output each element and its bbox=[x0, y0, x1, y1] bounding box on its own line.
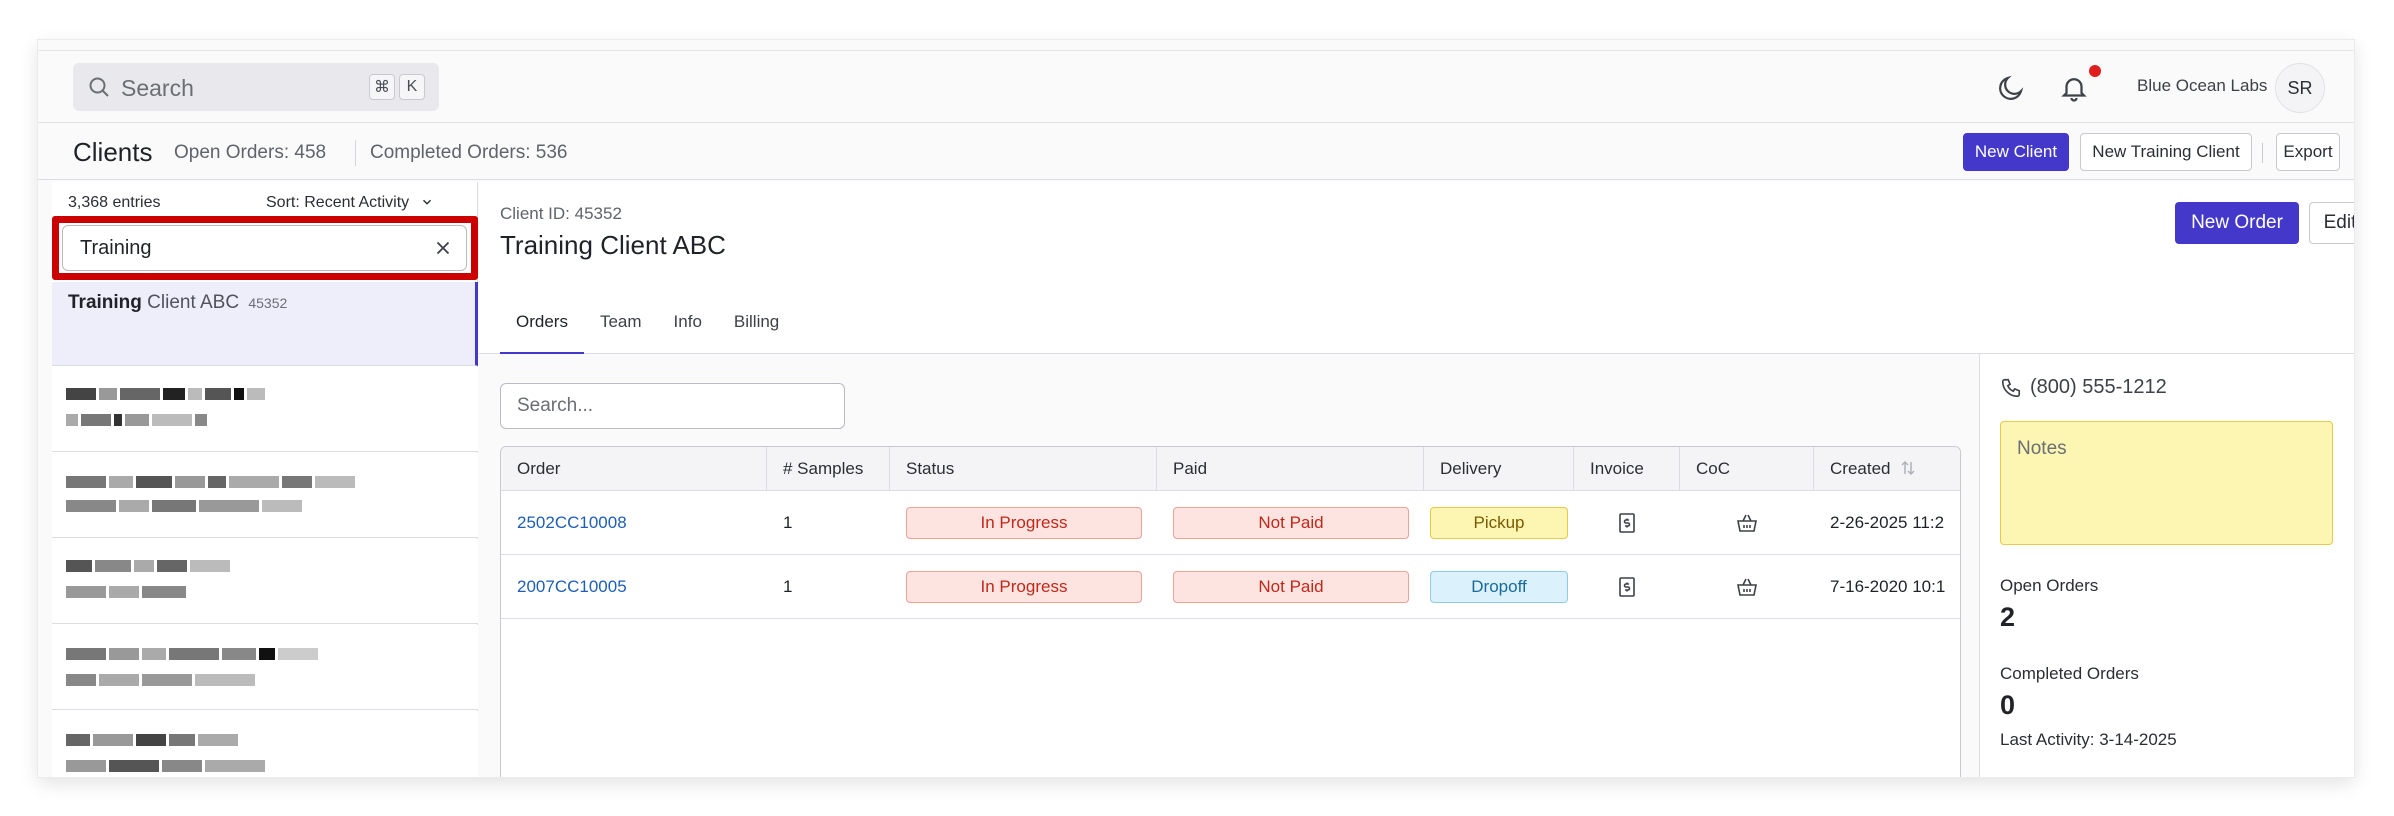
column-header[interactable]: # Samples bbox=[767, 447, 890, 491]
paid-badge: Not Paid bbox=[1173, 571, 1409, 603]
client-detail: Client ID: 45352 Training Client ABC New… bbox=[479, 182, 2354, 777]
sort-icon[interactable] bbox=[1899, 459, 1917, 477]
list-item[interactable] bbox=[52, 539, 478, 624]
list-item[interactable] bbox=[52, 625, 478, 710]
kbd-cmd: ⌘ bbox=[369, 74, 395, 100]
open-orders-count: Open Orders: 458 bbox=[174, 142, 327, 163]
coc-icon[interactable] bbox=[1735, 511, 1759, 535]
created-label: Created bbox=[1830, 459, 1891, 478]
tab-team[interactable]: Team bbox=[584, 310, 658, 354]
page-header: Clients Open Orders: 458 Completed Order… bbox=[38, 122, 2354, 180]
table-header: Order # Samples Status Paid Delivery Inv… bbox=[501, 447, 1960, 491]
search-icon bbox=[89, 77, 109, 97]
avatar[interactable]: SR bbox=[2275, 63, 2325, 113]
phone-number[interactable]: (800) 555-1212 bbox=[2000, 376, 2167, 399]
phone-icon bbox=[2001, 378, 2021, 397]
list-item[interactable] bbox=[52, 367, 478, 452]
order-link[interactable]: 2007CC10005 bbox=[517, 555, 627, 619]
divider bbox=[2262, 143, 2263, 163]
table-row[interactable]: 2502CC10008 1 In Progress Not Paid Picku… bbox=[501, 491, 1960, 555]
notes-placeholder: Notes bbox=[2017, 438, 2067, 459]
coc-icon[interactable] bbox=[1735, 575, 1759, 599]
result-name-match: Training bbox=[68, 292, 142, 313]
result-name-rest: Client ABC bbox=[141, 292, 240, 313]
column-header[interactable]: Paid bbox=[1157, 447, 1424, 491]
new-training-client-button[interactable]: New Training Client bbox=[2080, 133, 2252, 171]
column-header[interactable]: Status bbox=[890, 447, 1157, 491]
client-header: Client ID: 45352 Training Client ABC New… bbox=[479, 182, 2354, 354]
new-order-button[interactable]: New Order bbox=[2175, 202, 2299, 244]
client-name: Training Client ABC bbox=[500, 230, 726, 260]
delivery-badge: Pickup bbox=[1430, 507, 1568, 539]
client-filter-input[interactable]: Training bbox=[62, 225, 467, 271]
paid-badge: Not Paid bbox=[1173, 507, 1409, 539]
new-client-button[interactable]: New Client bbox=[1963, 133, 2069, 171]
tab-billing[interactable]: Billing bbox=[718, 310, 795, 354]
status-badge: In Progress bbox=[906, 507, 1142, 539]
invoice-icon[interactable] bbox=[1615, 511, 1639, 535]
kbd-k: K bbox=[399, 74, 425, 100]
edit-button[interactable]: Edit bbox=[2309, 202, 2354, 244]
samples-count: 1 bbox=[783, 577, 793, 596]
completed-orders-value: 0 bbox=[2000, 690, 2016, 720]
tab-bar: Orders Team Info Billing bbox=[500, 310, 795, 354]
app-window: Search ⌘ K Blue Ocean Labs SR Clients Op… bbox=[38, 40, 2354, 777]
close-icon[interactable] bbox=[432, 237, 454, 259]
divider bbox=[355, 140, 356, 166]
page-title: Clients bbox=[73, 137, 153, 167]
column-header[interactable]: CoC bbox=[1680, 447, 1814, 491]
sort-dropdown[interactable]: Sort: Recent Activity bbox=[266, 194, 434, 212]
dark-mode-icon[interactable] bbox=[1996, 73, 2026, 103]
client-summary-card: (800) 555-1212 Notes Open Orders 2 Compl… bbox=[1979, 354, 2354, 777]
table-row[interactable]: 2007CC10005 1 In Progress Not Paid Dropo… bbox=[501, 555, 1960, 619]
result-client-id: 45352 bbox=[248, 295, 288, 311]
last-activity: Last Activity: 3-14-2025 bbox=[2000, 730, 2177, 749]
column-header[interactable]: Delivery bbox=[1424, 447, 1574, 491]
orders-search-placeholder: Search... bbox=[517, 395, 594, 416]
org-name[interactable]: Blue Ocean Labs bbox=[2137, 76, 2267, 96]
completed-orders-count: Completed Orders: 536 bbox=[370, 142, 568, 163]
global-search[interactable]: Search ⌘ K bbox=[73, 63, 439, 111]
list-item-selected[interactable]: Training Client ABC 45352 bbox=[52, 282, 478, 366]
delivery-badge: Dropoff bbox=[1430, 571, 1568, 603]
highlight-box: Training bbox=[52, 216, 478, 280]
open-orders-value: 2 bbox=[2000, 602, 2016, 632]
sort-label: Sort: Recent Activity bbox=[266, 194, 410, 211]
column-header-created[interactable]: Created bbox=[1814, 447, 1960, 491]
column-header[interactable]: Order bbox=[501, 447, 767, 491]
orders-table: Order # Samples Status Paid Delivery Inv… bbox=[500, 446, 1961, 777]
samples-count: 1 bbox=[783, 513, 793, 532]
notification-dot bbox=[2089, 65, 2101, 77]
export-button[interactable]: Export bbox=[2276, 133, 2340, 171]
entries-count: 3,368 entries bbox=[68, 194, 161, 211]
filter-value: Training bbox=[80, 237, 152, 259]
phone-text: (800) 555-1212 bbox=[2030, 376, 2167, 398]
status-badge: In Progress bbox=[906, 571, 1142, 603]
search-placeholder: Search bbox=[121, 75, 194, 101]
list-item[interactable] bbox=[52, 711, 478, 777]
list-item[interactable] bbox=[52, 453, 478, 538]
invoice-icon[interactable] bbox=[1615, 575, 1639, 599]
tab-info[interactable]: Info bbox=[658, 310, 718, 354]
completed-orders-label: Completed Orders bbox=[2000, 664, 2139, 683]
chevron-down-icon bbox=[422, 199, 431, 205]
bell-icon[interactable] bbox=[2059, 73, 2089, 103]
notes-textarea[interactable]: Notes bbox=[2000, 421, 2333, 545]
client-list-panel: 3,368 entries Sort: Recent Activity Trai… bbox=[52, 182, 478, 777]
client-id: Client ID: 45352 bbox=[500, 204, 622, 223]
column-header[interactable]: Invoice bbox=[1574, 447, 1680, 491]
tab-orders[interactable]: Orders bbox=[500, 310, 584, 354]
order-link[interactable]: 2502CC10008 bbox=[517, 491, 627, 555]
created-date: 7-16-2020 10:1 bbox=[1830, 577, 1946, 596]
created-date: 2-26-2025 11:2 bbox=[1830, 513, 1945, 532]
open-orders-label: Open Orders bbox=[2000, 576, 2099, 595]
orders-search-input[interactable]: Search... bbox=[500, 383, 845, 429]
